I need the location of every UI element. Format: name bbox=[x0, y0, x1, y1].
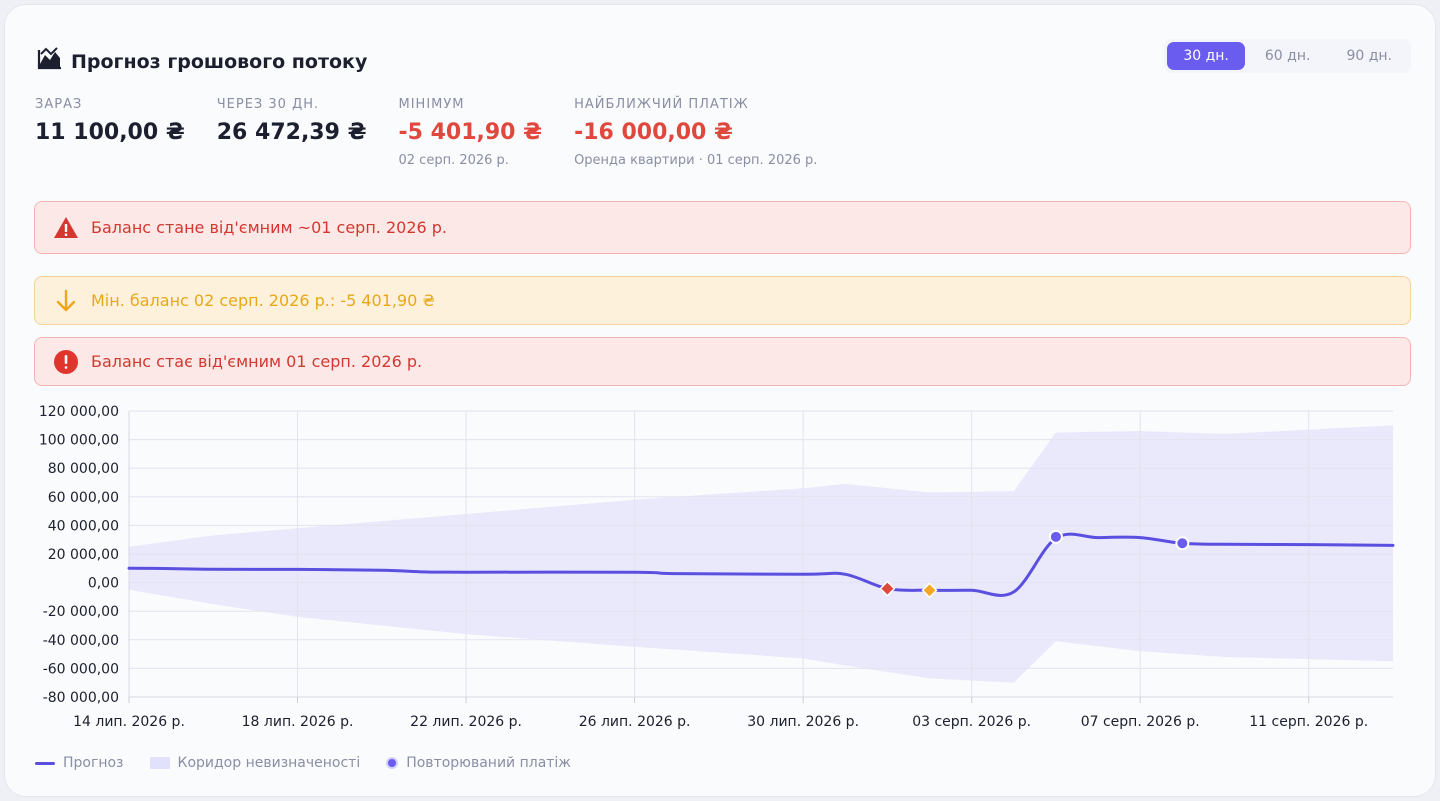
stat-value: 26 472,39 ₴ bbox=[216, 120, 367, 145]
legend-label: Коридор невизначеності bbox=[177, 755, 361, 771]
stat-label: ЗАРАЗ bbox=[35, 97, 83, 112]
stat-value: 11 100,00 ₴ bbox=[35, 120, 185, 145]
y-tick-label: 60 000,00 bbox=[48, 490, 119, 506]
cashflow-forecast-card: Прогноз грошового потоку 30 дн. 60 дн. 9… bbox=[4, 4, 1436, 797]
period-selector: 30 дн. 60 дн. 90 дн. bbox=[1164, 39, 1411, 73]
forecast-chart: 120 000,00 100 000,00 80 000,00 60 000,00 40… bbox=[39, 404, 1395, 730]
x-tick-label: 03 серп. 2026 р. bbox=[912, 714, 1031, 730]
stat-value: -5 401,90 ₴ bbox=[398, 120, 543, 145]
chart-area-icon bbox=[37, 47, 61, 70]
x-tick-label: 11 серп. 2026 р. bbox=[1249, 714, 1368, 730]
page-title: Прогноз грошового потоку bbox=[71, 51, 368, 73]
period-60-button[interactable]: 60 дн. bbox=[1249, 42, 1327, 70]
y-tick-label: 20 000,00 bbox=[48, 547, 119, 563]
y-tick-label: -60 000,00 bbox=[43, 661, 119, 677]
y-tick-label: 100 000,00 bbox=[39, 433, 119, 449]
card-header: Прогноз грошового потоку bbox=[37, 43, 367, 73]
x-tick-label: 22 лип. 2026 р. bbox=[410, 714, 522, 730]
alert-negative-balance-warning: Баланс стане від'ємним ~01 серп. 2026 р. bbox=[34, 201, 1411, 254]
warning-triangle-icon bbox=[54, 216, 78, 238]
alert-text: Баланс стане від'ємним ~01 серп. 2026 р. bbox=[91, 218, 447, 237]
legend-label: Прогноз bbox=[63, 755, 124, 771]
y-tick-label: -20 000,00 bbox=[43, 604, 119, 620]
alert-text: Баланс стає від'ємним 01 серп. 2026 р. bbox=[91, 352, 423, 371]
stat-sub: 02 серп. 2026 р. bbox=[398, 153, 509, 168]
period-90-button[interactable]: 90 дн. bbox=[1330, 42, 1408, 70]
period-30-button[interactable]: 30 дн. bbox=[1167, 42, 1245, 70]
legend-uncertainty-band[interactable]: Коридор невизначеності bbox=[149, 755, 361, 771]
x-tick-label: 18 лип. 2026 р. bbox=[242, 714, 354, 730]
x-tick-label: 26 лип. 2026 р. bbox=[579, 714, 691, 730]
legend-forecast[interactable]: Прогноз bbox=[35, 755, 124, 771]
stat-next-payment: НАЙБЛИЖЧИЙ ПЛАТІЖ -16 000,00 ₴ Оренда кв… bbox=[574, 97, 817, 168]
stat-label: НАЙБЛИЖЧИЙ ПЛАТІЖ bbox=[574, 97, 749, 112]
x-tick-label: 07 серп. 2026 р. bbox=[1081, 714, 1200, 730]
stat-value: -16 000,00 ₴ bbox=[574, 120, 733, 145]
legend-band-swatch bbox=[149, 757, 170, 769]
recurring-payment-marker bbox=[1048, 529, 1063, 544]
legend-recurring-payment[interactable]: Повторюваний платіж bbox=[386, 755, 571, 771]
legend-line-swatch bbox=[35, 761, 55, 765]
y-tick-label: 0,00 bbox=[88, 576, 119, 592]
arrow-down-icon bbox=[56, 289, 76, 311]
alert-negative-balance-error: Баланс стає від'ємним 01 серп. 2026 р. bbox=[34, 337, 1411, 386]
y-tick-label: 120 000,00 bbox=[39, 404, 119, 420]
stat-in-30-days: ЧЕРЕЗ 30 ДН. 26 472,39 ₴ bbox=[217, 97, 367, 168]
stat-minimum: МІНІМУМ -5 401,90 ₴ 02 серп. 2026 р. bbox=[399, 97, 543, 168]
x-tick-label: 30 лип. 2026 р. bbox=[747, 714, 859, 730]
x-tick-label: 14 лип. 2026 р. bbox=[73, 714, 185, 730]
alert-text: Мін. баланс 02 серп. 2026 р.: -5 401,90 … bbox=[91, 291, 435, 310]
stat-sub: Оренда квартири · 01 серп. 2026 р. bbox=[574, 153, 818, 168]
legend-dot-swatch bbox=[386, 757, 399, 769]
alert-min-balance: Мін. баланс 02 серп. 2026 р.: -5 401,90 … bbox=[34, 276, 1411, 325]
error-circle-icon bbox=[54, 349, 78, 374]
stat-label: МІНІМУМ bbox=[398, 97, 465, 112]
recurring-payment-marker bbox=[1175, 536, 1190, 551]
stat-now: ЗАРАЗ 11 100,00 ₴ bbox=[35, 97, 185, 168]
chart-legend: Прогноз Коридор невизначеності Повторюва… bbox=[35, 755, 597, 771]
stats-row: ЗАРАЗ 11 100,00 ₴ ЧЕРЕЗ 30 ДН. 26 472,39… bbox=[35, 97, 849, 168]
legend-label: Повторюваний платіж bbox=[406, 755, 571, 771]
y-tick-label: -40 000,00 bbox=[43, 633, 119, 649]
y-tick-label: 40 000,00 bbox=[48, 518, 119, 534]
stat-label: ЧЕРЕЗ 30 ДН. bbox=[216, 97, 320, 112]
y-tick-label: 80 000,00 bbox=[48, 461, 119, 477]
y-tick-label: -80 000,00 bbox=[43, 690, 119, 706]
